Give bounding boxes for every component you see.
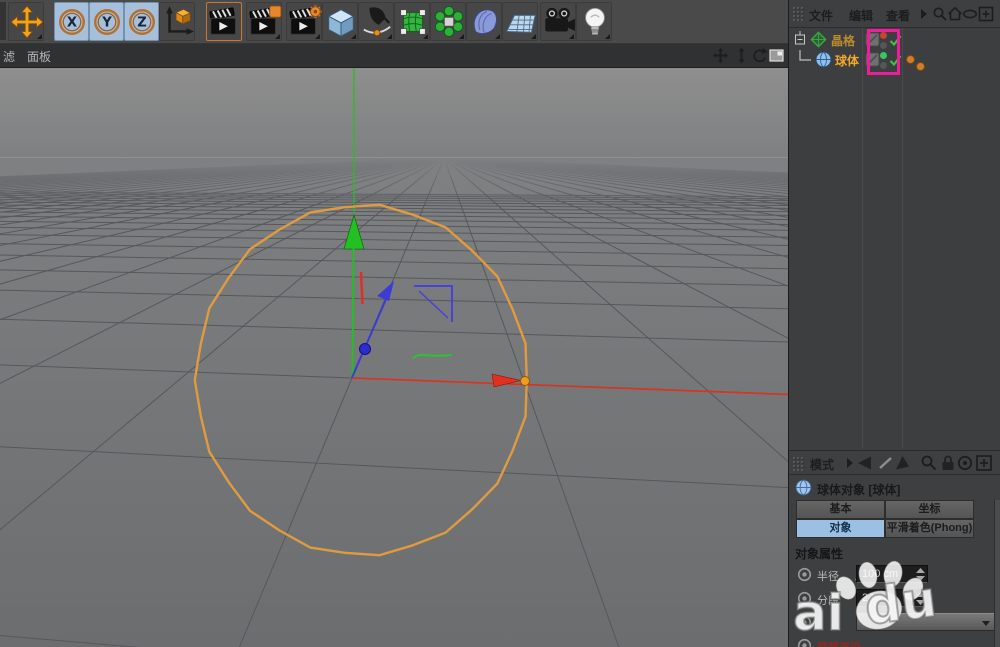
object-tag-icon[interactable]	[916, 62, 925, 71]
filter-oval-icon[interactable]	[962, 6, 978, 22]
stepper-icon[interactable]	[916, 592, 925, 605]
sphere-object-icon	[815, 51, 832, 73]
viewport-menu-panel[interactable]: 面板	[27, 48, 51, 65]
keyframe-circle-icon[interactable]	[797, 591, 812, 606]
panel-grip[interactable]	[792, 456, 805, 471]
home-icon[interactable]	[947, 6, 963, 22]
tree-branch	[793, 50, 815, 70]
attr-label: 半径 . . .	[817, 568, 857, 584]
search-icon[interactable]	[920, 454, 938, 472]
attr-label: 理想渲染	[817, 639, 861, 647]
attr-input-0[interactable]: 100 cm	[856, 565, 928, 583]
viewport-scene	[0, 68, 788, 647]
add-generator-button[interactable]	[394, 2, 430, 41]
svg-text:Y: Y	[101, 16, 112, 31]
tab-2[interactable]: 坐标	[885, 500, 974, 519]
add-primitive-cube-button[interactable]	[322, 2, 358, 41]
attr-input-1[interactable]: 24	[856, 589, 928, 607]
add-light-button[interactable]	[576, 2, 612, 41]
lock-x-axis-button[interactable]: X	[54, 2, 89, 41]
attribute-scroll-strip[interactable]	[994, 500, 1000, 647]
render-settings-button[interactable]	[286, 2, 322, 41]
add-deformer-button[interactable]	[430, 2, 466, 41]
keyframe-circle-icon[interactable]	[797, 615, 812, 630]
expander-icon[interactable]	[793, 31, 807, 49]
object-tag-icon[interactable]	[906, 55, 915, 64]
attribute-tabs: 基本坐标对象平滑着色(Phong)	[796, 500, 974, 538]
sphere-object-icon	[795, 479, 812, 496]
sphere-radius-handle[interactable]	[521, 377, 530, 386]
coordinate-system-button[interactable]	[159, 2, 195, 41]
clipped-toolbar-button	[0, 2, 6, 40]
pan-icon[interactable]	[712, 47, 729, 64]
object-manager-tree: 晶格球体	[789, 28, 1000, 449]
right-panel: 文件 编辑 查看 晶格球体 模式 球体对象 [球体] 基本坐标对象平滑着色(Ph…	[788, 0, 1000, 647]
chevron-down-icon	[982, 621, 990, 626]
om-menu-file[interactable]: 文件	[809, 7, 833, 24]
viewport-3d[interactable]	[0, 68, 788, 647]
attribute-title-row: 球体对象 [球体]	[789, 476, 1000, 500]
svg-text:X: X	[67, 16, 77, 31]
menu-expand-arrow[interactable]	[916, 6, 932, 22]
keyframe-circle-icon[interactable]	[797, 567, 812, 582]
annotation-highlight-box	[867, 29, 900, 75]
om-column-divider	[902, 28, 903, 449]
attr-dropdown[interactable]	[856, 613, 996, 631]
keyframe-circle-icon[interactable]	[797, 638, 812, 647]
tab-3[interactable]: 对象	[796, 519, 885, 538]
add-environment-button[interactable]	[466, 2, 502, 41]
object-manager-menubar: 文件 编辑 查看	[789, 0, 1000, 28]
attr-row-理想渲染: 理想渲染	[789, 636, 1000, 647]
lock-y-axis-button[interactable]: Y	[89, 2, 124, 41]
history-forward-icon[interactable]	[893, 454, 911, 472]
rotate-icon[interactable]	[751, 47, 768, 64]
attr-label: 分段	[817, 592, 839, 608]
attribute-manager-modebar: 模式	[789, 450, 1000, 475]
tab-4[interactable]: 平滑着色(Phong)	[885, 519, 974, 538]
add-floor-button[interactable]	[502, 2, 538, 41]
add-spline-pen-button[interactable]	[358, 2, 394, 41]
svg-text:Z: Z	[137, 16, 147, 31]
attr-row-半径: 半径 . . .100 cm	[789, 565, 1000, 587]
toggle-layout-icon[interactable]	[768, 47, 785, 64]
object-label[interactable]: 晶格	[831, 32, 855, 49]
lock-z-axis-button[interactable]: Z	[124, 2, 159, 41]
add-camera-button[interactable]	[540, 2, 576, 41]
add-panel-icon[interactable]	[975, 454, 993, 472]
panel-grip[interactable]	[792, 6, 805, 21]
target-icon[interactable]	[956, 454, 974, 472]
search-icon[interactable]	[932, 6, 948, 22]
history-back-icon[interactable]	[855, 454, 873, 472]
add-panel-icon[interactable]	[978, 6, 994, 22]
cinema4d-window: X Y Z 滤 面板 文件 编辑 查看 晶格球体 模式	[0, 0, 1000, 647]
viewport-menu-filter[interactable]: 滤	[3, 48, 15, 65]
main-toolbar: X Y Z	[0, 0, 788, 44]
om-menu-view[interactable]: 查看	[886, 7, 910, 24]
move-tool-button[interactable]	[8, 2, 44, 41]
om-column-divider	[862, 28, 863, 449]
am-mode-menu[interactable]: 模式	[810, 456, 834, 473]
dolly-icon[interactable]	[733, 47, 750, 64]
attr-row-分段: 分段 24	[789, 589, 1000, 611]
attribute-title: 球体对象 [球体]	[817, 481, 900, 498]
om-menu-edit[interactable]: 编辑	[849, 7, 873, 24]
stepper-icon[interactable]	[916, 568, 925, 581]
attribute-section-title: 对象属性	[795, 545, 843, 562]
render-region-button[interactable]	[246, 2, 282, 41]
attr-row-hidden	[789, 613, 1000, 635]
viewport-menubar: 滤 面板	[0, 44, 788, 68]
object-label[interactable]: 球体	[835, 52, 859, 69]
render-view-button[interactable]	[206, 2, 242, 41]
tab-1[interactable]: 基本	[796, 500, 885, 519]
lock-icon[interactable]	[939, 454, 957, 472]
